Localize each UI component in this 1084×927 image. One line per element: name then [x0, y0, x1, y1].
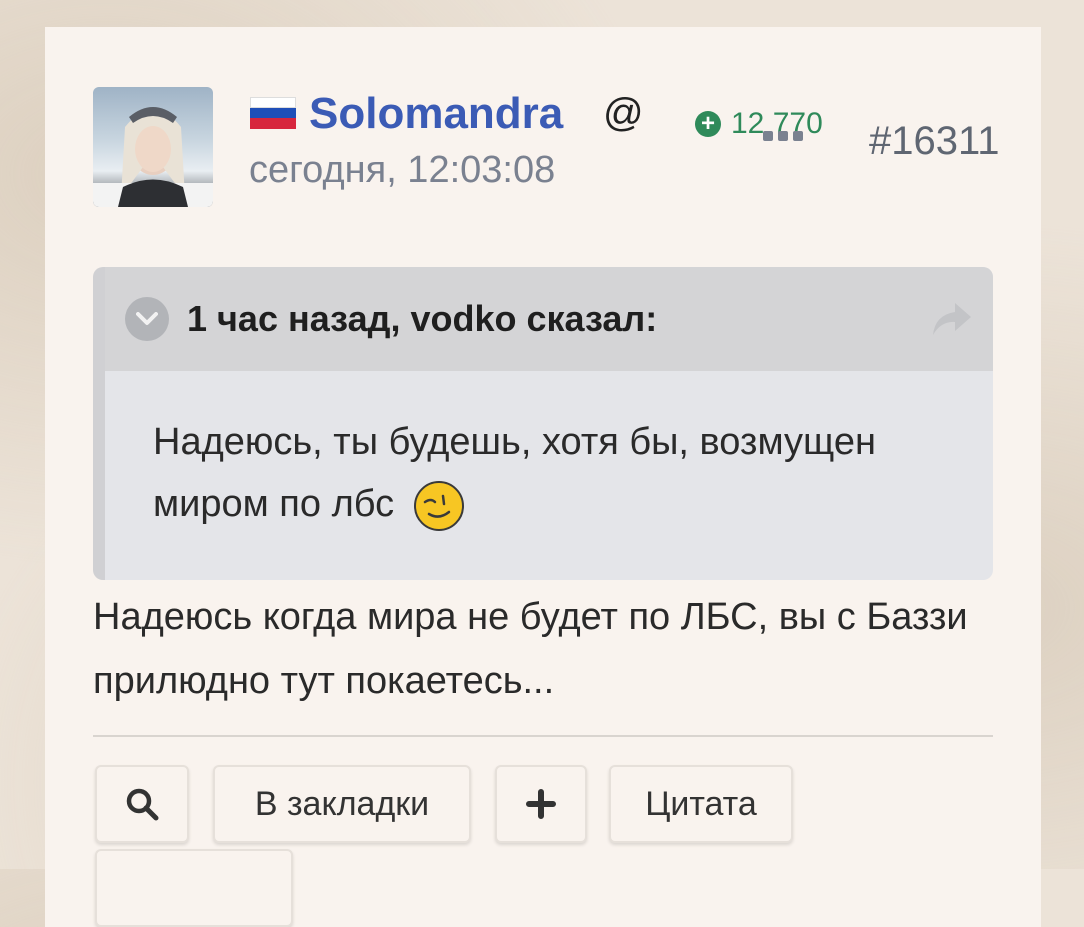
- quote-header: 1 час назад, vodko сказал:: [105, 267, 993, 371]
- post-date[interactable]: сегодня, 12:03:08: [249, 149, 555, 192]
- search-button[interactable]: [95, 765, 189, 843]
- more-dots-icon[interactable]: [763, 131, 803, 141]
- avatar[interactable]: [93, 87, 213, 207]
- plus-icon: [526, 789, 556, 819]
- post-card: Solomandra @ сегодня, 12:03:08 + 12 770 …: [45, 27, 1041, 927]
- quote-block: 1 час назад, vodko сказал: Надеюсь, ты б…: [93, 267, 993, 580]
- bookmark-button[interactable]: В закладки: [213, 765, 471, 843]
- divider: [93, 735, 993, 737]
- reputation[interactable]: + 12 770: [695, 107, 823, 141]
- flag-russia-icon: [250, 97, 296, 129]
- extra-button[interactable]: [95, 849, 293, 927]
- share-arrow-icon[interactable]: [931, 301, 973, 342]
- reply-text: Надеюсь когда мира не будет по ЛБС, вы с…: [93, 596, 968, 702]
- smirk-emoji-icon: [413, 480, 465, 532]
- post-number[interactable]: #16311: [869, 119, 1000, 164]
- search-icon: [126, 788, 159, 821]
- quote-text: Надеюсь, ты будешь, хотя бы, возмущен ми…: [153, 421, 876, 525]
- quote-button[interactable]: Цитата: [609, 765, 793, 843]
- at-icon[interactable]: @: [603, 91, 644, 136]
- plus-button[interactable]: [495, 765, 587, 843]
- username-link[interactable]: Solomandra: [309, 89, 563, 139]
- quote-title: 1 час назад, vodko сказал:: [187, 298, 658, 339]
- reputation-plus-icon: +: [695, 111, 721, 137]
- chevron-down-icon[interactable]: [125, 297, 169, 341]
- quote-body: Надеюсь, ты будешь, хотя бы, возмущен ми…: [105, 371, 993, 535]
